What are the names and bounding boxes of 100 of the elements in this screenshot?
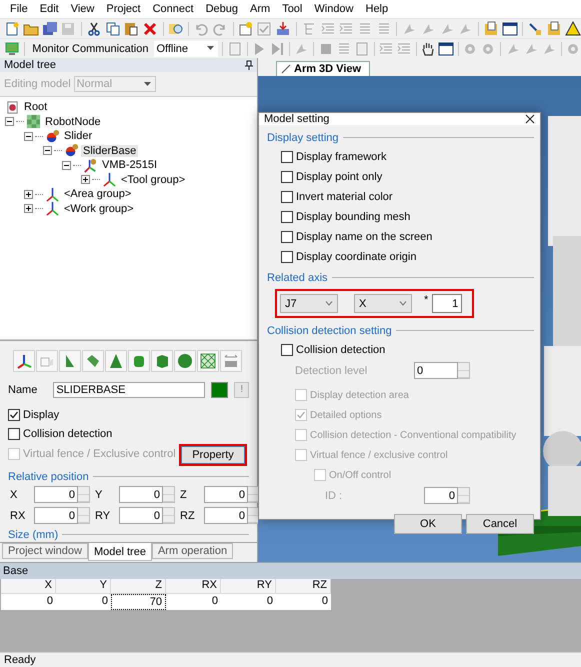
axes-icon — [102, 172, 117, 188]
number-field[interactable]: 0 — [204, 507, 248, 524]
checkbox[interactable]: Collision detection — [281, 340, 386, 360]
group-title: Size (mm) — [8, 528, 58, 541]
number-field[interactable]: 0 — [34, 486, 78, 504]
tree-item[interactable]: <Tool group> — [119, 174, 188, 186]
tree-item[interactable]: <Work group> — [62, 202, 136, 215]
field-label: RY — [95, 510, 112, 522]
caret-icon — [207, 46, 214, 51]
number-field[interactable]: 0 — [119, 486, 163, 504]
dialog-button[interactable]: Cancel — [466, 514, 534, 534]
shape-button[interactable] — [151, 350, 173, 372]
number-field[interactable]: 0 — [34, 507, 78, 524]
expander-toggle[interactable] — [43, 146, 52, 156]
tree-item[interactable]: <Area group> — [62, 188, 134, 200]
root-icon — [5, 100, 20, 115]
expander-toggle[interactable] — [24, 204, 33, 214]
color-swatch[interactable] — [211, 382, 228, 398]
part-icon — [64, 143, 79, 158]
cube-icon — [154, 353, 170, 369]
sphere-icon — [177, 353, 193, 369]
multiplier-field[interactable]: 1 — [432, 294, 462, 313]
disks-icon[interactable] — [41, 20, 58, 38]
menu-item[interactable]: Project — [100, 3, 147, 15]
new-item-icon[interactable] — [237, 20, 254, 38]
column-header: X — [1, 579, 56, 594]
dialog-button[interactable]: OK — [394, 514, 462, 534]
menu-item[interactable]: Connect — [146, 3, 200, 15]
tree-item[interactable]: Root — [22, 101, 50, 114]
folder-document-icon[interactable] — [482, 20, 500, 38]
tree-item[interactable]: Slider — [62, 130, 94, 142]
tree-item[interactable]: VMB-2515I — [100, 159, 160, 172]
axes-icon — [45, 201, 60, 216]
communication-select[interactable]: Offline — [154, 40, 218, 56]
check-icon[interactable] — [256, 20, 273, 38]
checkbox[interactable]: Invert material color — [281, 187, 393, 207]
document-icon[interactable] — [354, 40, 370, 58]
field-label: Name — [8, 384, 38, 396]
axis-select[interactable]: J7 — [280, 294, 338, 313]
menu-item[interactable]: View — [64, 3, 100, 15]
checkbox[interactable]: Display bounding mesh — [281, 207, 410, 227]
pin-icon[interactable] — [245, 60, 253, 70]
part-icon — [45, 128, 60, 144]
number-field[interactable]: 0 — [414, 362, 458, 379]
menu-item[interactable]: Window — [308, 3, 360, 15]
shape-button[interactable] — [82, 350, 104, 372]
expander-toggle[interactable] — [5, 117, 14, 126]
expander-toggle[interactable] — [81, 175, 90, 184]
copy-icon[interactable] — [104, 20, 122, 38]
direction-select[interactable]: X — [354, 294, 412, 313]
tree-item[interactable]: RobotNode — [43, 116, 103, 128]
checkbox[interactable]: Display framework — [281, 147, 386, 167]
warning-icon[interactable] — [564, 20, 581, 38]
shape-button[interactable] — [13, 350, 35, 372]
table-cell[interactable]: 0 — [166, 594, 221, 610]
field-label: RZ — [180, 510, 196, 522]
view-tab[interactable]: Arm 3D View — [276, 61, 370, 76]
property-button[interactable]: Property — [179, 444, 247, 466]
checkbox[interactable]: Display coordinate origin — [281, 247, 416, 267]
panel-tab[interactable]: Arm operation — [152, 543, 234, 559]
checkbox[interactable]: Display name on the screen — [281, 227, 432, 247]
menu-item[interactable]: Edit — [34, 3, 65, 15]
panel-tab[interactable]: Project window — [2, 543, 88, 559]
table-cell[interactable]: 0 — [1, 594, 56, 610]
column-header: RX — [166, 579, 221, 594]
axes-icon — [45, 186, 60, 202]
expander-toggle[interactable] — [24, 132, 33, 141]
shape-button[interactable] — [197, 350, 219, 372]
number-field[interactable]: 0 — [119, 507, 163, 524]
menu-item[interactable]: Arm — [244, 3, 276, 15]
tree-item[interactable]: SliderBase — [81, 144, 138, 157]
new-file-icon[interactable] — [4, 20, 21, 38]
close-icon[interactable] — [525, 114, 535, 124]
field-label: Detection level — [295, 364, 368, 376]
expander-toggle[interactable] — [24, 190, 33, 199]
monitor-icon[interactable] — [4, 40, 20, 58]
table-cell[interactable]: 0 — [221, 594, 276, 610]
shape-button[interactable] — [174, 350, 196, 372]
checkbox[interactable]: Display — [8, 404, 60, 425]
multiply-sign: * — [424, 294, 428, 306]
expander-toggle[interactable] — [62, 160, 71, 170]
menu-item[interactable]: Debug — [200, 3, 244, 15]
folder-document-icon[interactable] — [546, 20, 562, 38]
shape-button[interactable] — [128, 350, 150, 372]
shape-button[interactable] — [105, 350, 127, 372]
download-icon[interactable] — [274, 20, 292, 38]
menu-item[interactable]: Tool — [276, 3, 308, 15]
table-cell[interactable]: 0 — [276, 594, 331, 610]
menu-item[interactable]: Help — [360, 3, 394, 15]
column-header: Y — [56, 579, 111, 594]
name-field[interactable]: SLIDERBASE — [53, 382, 206, 398]
table-cell[interactable]: 70 — [111, 594, 166, 610]
shape-button[interactable] — [59, 350, 81, 372]
checkbox[interactable]: Display point only — [281, 167, 382, 187]
table-cell[interactable]: 0 — [56, 594, 111, 610]
number-field[interactable]: 0 — [424, 487, 458, 504]
panel-tab[interactable]: Model tree — [88, 543, 152, 561]
menu-item[interactable]: File — [4, 3, 34, 15]
number-field[interactable]: 0 — [204, 486, 248, 504]
checkbox[interactable]: Collision detection — [8, 424, 112, 444]
